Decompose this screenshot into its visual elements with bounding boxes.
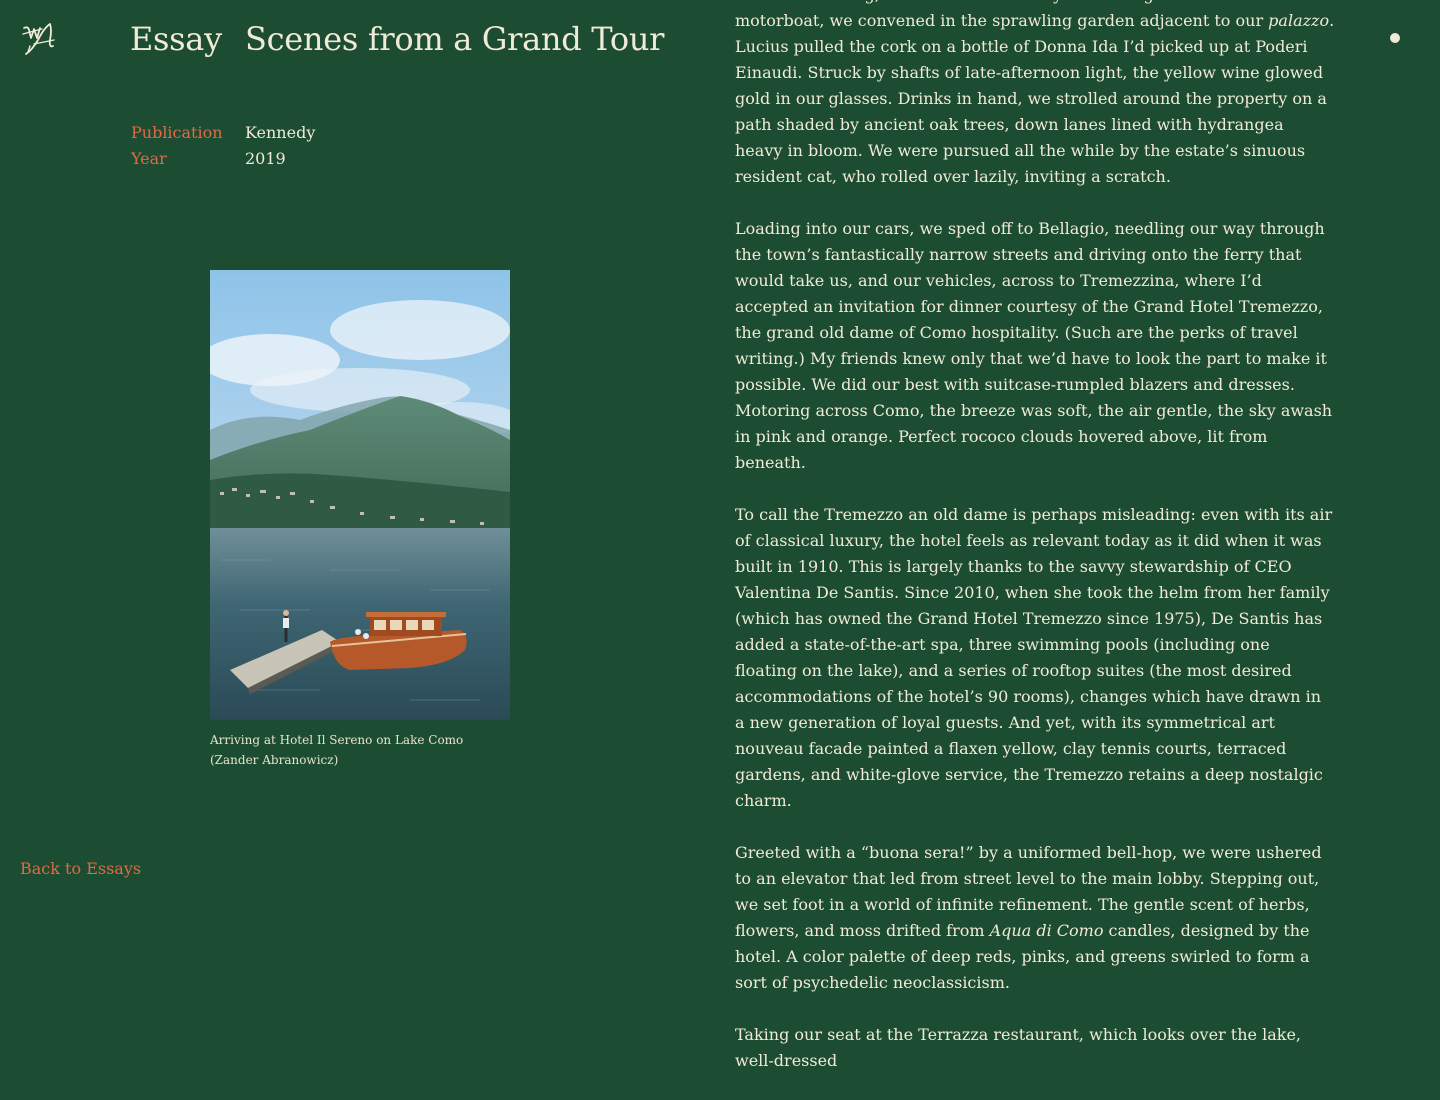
essay-meta: Publication Kennedy Year 2019: [131, 120, 315, 172]
meta-key-year: Year: [131, 149, 167, 168]
monogram-icon: [22, 23, 55, 55]
paragraph-text: The next evening, sun-kissed from a day …: [735, 0, 1299, 30]
menu-dot-button[interactable]: [1390, 33, 1400, 43]
paragraph-text: . Lucius pulled the cork on a bottle of …: [735, 11, 1335, 186]
site-logo[interactable]: [20, 20, 60, 58]
meta-key-publication: Publication: [131, 123, 223, 142]
page-title: Scenes from a Grand Tour: [245, 20, 665, 58]
figure-caption: Arriving at Hotel Il Sereno on Lake Como…: [210, 733, 464, 767]
paragraph: To call the Tremezzo an old dame is perh…: [735, 505, 1333, 810]
back-to-essays-link[interactable]: Back to Essays: [20, 856, 141, 882]
paragraph: The next evening, sun-kissed from a day …: [735, 0, 1335, 190]
meta-row-year: Year 2019: [131, 146, 315, 172]
paragraph: Taking our seat at the Terrazza restaura…: [735, 1025, 1301, 1070]
meta-value-publication: Kennedy: [245, 123, 316, 142]
lake-como-photo: [210, 270, 510, 720]
emphasis-text: palazzo: [1268, 11, 1330, 30]
paragraph: Greeted with a “buona sera!” by a unifor…: [735, 840, 1335, 996]
section-label: Essay: [130, 20, 222, 58]
essay-body: The next evening, sun-kissed from a day …: [735, 0, 1335, 1100]
essay-figure: Arriving at Hotel Il Sereno on Lake Como…: [210, 270, 510, 770]
meta-value-year: 2019: [245, 149, 286, 168]
emphasis-text: Aqua di Como: [989, 921, 1104, 940]
paragraph: Loading into our cars, we sped off to Be…: [735, 219, 1333, 472]
meta-row-publication: Publication Kennedy: [131, 120, 315, 146]
